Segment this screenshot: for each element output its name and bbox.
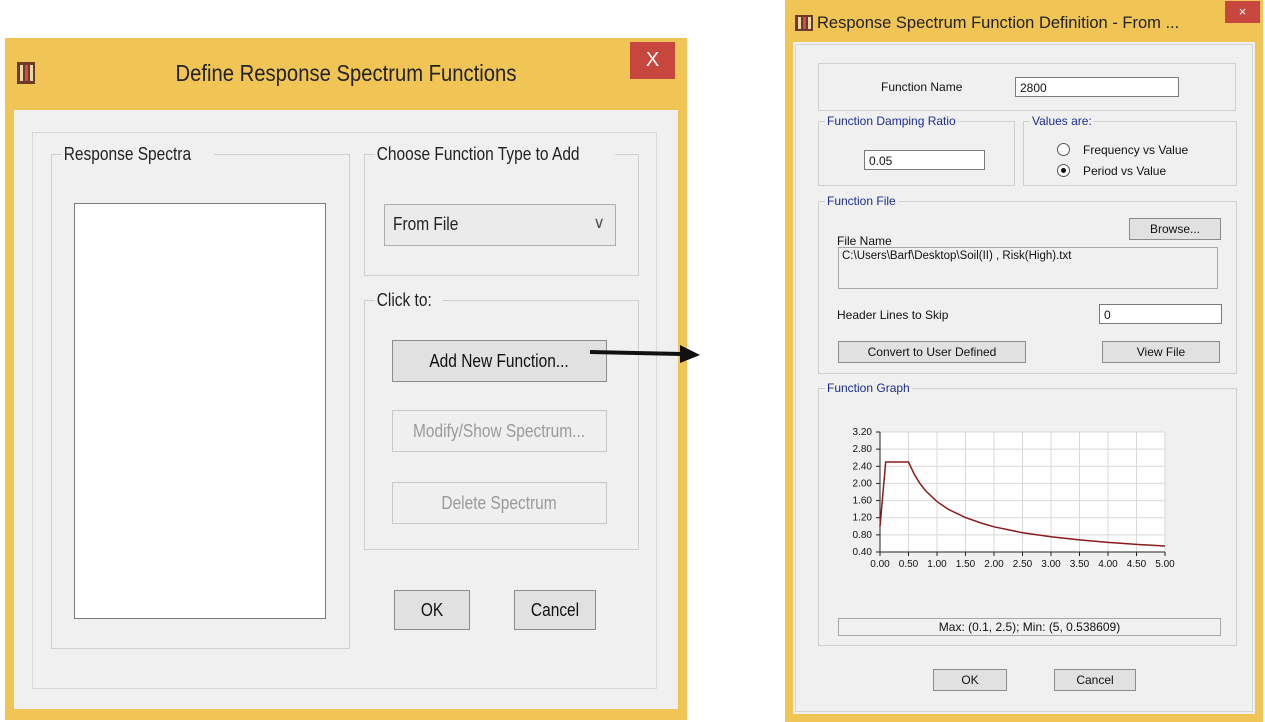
x-tick-label: 1.00 (927, 559, 947, 570)
cancel-label: Cancel (530, 600, 580, 620)
function-type-value: From File (393, 214, 459, 234)
y-tick-label: 0.80 (853, 530, 873, 541)
dialog-title: Response Spectrum Function Definition - … (817, 14, 1180, 32)
ok-button[interactable]: OK (394, 590, 470, 630)
define-response-spectrum-dialog: Define Response Spectrum Functions X Res… (5, 38, 687, 720)
dialog-client-area: Response Spectra Choose Function Type to… (14, 110, 678, 709)
x-tick-label: 3.00 (1041, 559, 1061, 570)
close-button[interactable]: × (1225, 1, 1260, 23)
x-tick-label: 3.50 (1070, 559, 1090, 570)
app-icon (17, 62, 35, 84)
x-tick-label: 1.50 (956, 559, 976, 570)
y-tick-label: 1.60 (853, 496, 873, 507)
add-new-function-label: Add New Function... (429, 351, 570, 371)
delete-spectrum-label: Delete Spectrum (441, 493, 558, 513)
function-type-select[interactable]: From File ∨ (384, 204, 616, 246)
x-tick-label: 4.50 (1127, 559, 1147, 570)
x-tick-label: 5.00 (1155, 559, 1175, 570)
y-tick-label: 2.40 (853, 461, 873, 472)
click-to-label: Click to: (376, 290, 432, 310)
x-tick-label: 4.00 (1098, 559, 1118, 570)
response-spectra-label: Response Spectra (63, 144, 192, 164)
delete-spectrum-button[interactable]: Delete Spectrum (392, 482, 607, 524)
y-tick-label: 3.20 (853, 427, 873, 438)
dialog-title: Define Response Spectrum Functions (175, 60, 517, 86)
function-type-label: Choose Function Type to Add (376, 144, 580, 164)
ok-label: OK (420, 600, 444, 620)
y-tick-label: 1.20 (853, 513, 873, 524)
y-tick-label: 2.80 (853, 444, 873, 455)
dialog-client-area: Function Name 2800 Function Damping Rati… (793, 42, 1255, 714)
ok-button[interactable]: OK (933, 669, 1007, 691)
x-tick-label: 2.50 (1013, 559, 1033, 570)
close-button[interactable]: X (630, 42, 675, 79)
chevron-down-icon: ∨ (593, 215, 605, 232)
cancel-button[interactable]: Cancel (1054, 669, 1136, 691)
app-icon (795, 15, 813, 31)
y-tick-label: 0.40 (853, 547, 873, 558)
y-tick-label: 2.00 (853, 478, 873, 489)
x-tick-label: 0.00 (870, 559, 890, 570)
title-bar[interactable]: Define Response Spectrum Functions X (5, 38, 687, 110)
modify-show-spectrum-label: Modify/Show Spectrum... (413, 421, 586, 441)
x-tick-label: 2.00 (984, 559, 1004, 570)
cancel-button[interactable]: Cancel (514, 590, 596, 630)
arrow-icon (590, 345, 700, 363)
function-graph: 0.00 0.50 1.00 1.50 2.00 2.50 3.00 3.50 4.00 4.50… (853, 427, 1176, 570)
add-new-function-button[interactable]: Add New Function... (392, 340, 607, 382)
response-spectra-list[interactable] (74, 203, 326, 619)
x-tick-label: 0.50 (899, 559, 919, 570)
response-spectrum-function-dialog: Response Spectrum Function Definition - … (785, 0, 1263, 722)
graph-summary: Max: (0.1, 2.5); Min: (5, 0.538609) (838, 618, 1221, 636)
modify-show-spectrum-button[interactable]: Modify/Show Spectrum... (392, 410, 607, 452)
